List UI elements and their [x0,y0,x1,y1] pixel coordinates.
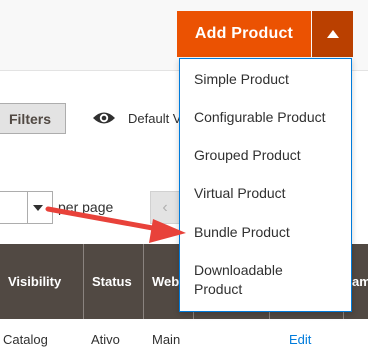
column-status[interactable]: Status [84,244,144,319]
per-page-select[interactable] [0,191,53,224]
menu-item-bundle-product[interactable]: Bundle Product [194,223,290,242]
cell-visibility: Catalog [3,332,48,347]
select-divider [27,192,28,223]
default-view-label[interactable]: Default V [128,111,181,126]
menu-item-grouped-product[interactable]: Grouped Product [194,146,301,165]
menu-item-configurable-product[interactable]: Configurable Product [194,108,326,127]
menu-item-simple-product[interactable]: Simple Product [194,70,289,89]
cell-status: Ativo [91,332,120,347]
cell-websites: Main [152,332,181,347]
per-page-label: per page [58,199,114,215]
add-product-button[interactable]: Add Product [177,11,311,57]
add-product-menu: Simple Product Configurable Product Grou… [179,58,352,312]
menu-item-downloadable-product[interactable]: Downloadable Product [194,261,304,299]
chevron-down-icon [33,205,43,211]
caret-up-icon [326,30,339,38]
previous-page-button[interactable]: ‹ [150,191,180,224]
filters-button[interactable]: Filters [0,103,66,134]
edit-link[interactable]: Edit [289,332,311,347]
add-product-split-button: Add Product [177,11,353,57]
column-visibility[interactable]: Visibility [0,244,84,319]
eye-icon[interactable] [92,108,116,128]
chevron-left-icon: ‹ [162,198,168,216]
menu-item-virtual-product[interactable]: Virtual Product [194,184,286,203]
add-product-toggle-button[interactable] [312,11,353,57]
